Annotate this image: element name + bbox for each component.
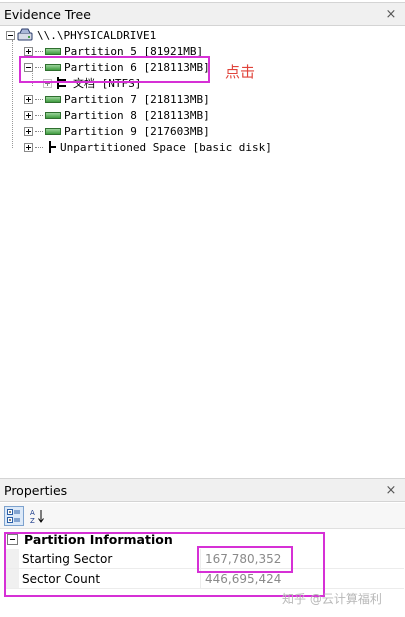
collapse-toggle-icon[interactable] [24,62,33,72]
categorized-view-icon[interactable] [4,505,24,526]
property-row-sector-count[interactable]: Sector Count 446,695,424 [4,569,404,589]
tree-item-partition-6[interactable]: Partition 6 [218113MB] [24,59,210,75]
expand-toggle-icon[interactable] [24,110,33,120]
evidence-tree-close-icon[interactable]: × [383,6,399,22]
property-name: Starting Sector [19,549,201,568]
partition-disk-icon [45,127,61,135]
category-partition-information[interactable]: Partition Information [4,530,404,549]
expand-toggle-icon[interactable] [24,46,33,56]
physical-drive-icon [17,28,33,41]
tree-item-label: Partition 6 [218113MB] [64,60,210,74]
sort-az-icon[interactable]: A Z [28,506,48,526]
expand-toggle-icon[interactable] [43,78,52,88]
tree-item-label: Partition 8 [218113MB] [64,108,210,122]
evidence-tree-view[interactable]: \\.\PHYSICALDRIVE1 Partition 5 [81921MB]… [0,26,405,476]
evidence-tree-title: Evidence Tree [4,6,91,22]
expand-toggle-icon[interactable] [24,142,33,152]
svg-text:A: A [30,509,35,517]
tree-item-partition-5[interactable]: Partition 5 [81921MB] [24,43,203,59]
partition-disk-icon [45,95,61,103]
expand-toggle-icon[interactable] [24,94,33,104]
properties-title: Properties [4,482,68,498]
expand-toggle-icon[interactable] [24,126,33,136]
tree-item-label: Partition 5 [81921MB] [64,44,204,58]
partition-disk-icon [45,47,61,55]
partition-disk-icon [45,111,61,119]
partition-disk-icon [45,63,61,71]
tree-item-partition-7[interactable]: Partition 7 [218113MB] [24,91,210,107]
svg-text:Z: Z [30,517,35,524]
property-value[interactable]: 446,695,424 [201,569,404,588]
properties-close-icon[interactable]: × [383,482,399,498]
click-annotation-text: 点击 [225,63,256,81]
property-name: Sector Count [19,569,201,588]
tree-item-label: 文档 [NTFS] [73,77,142,90]
collapse-toggle-icon[interactable] [7,534,18,545]
evidence-tree-header: Evidence Tree × [0,2,405,26]
collapse-toggle-icon[interactable] [6,30,15,40]
property-grid: Partition Information Starting Sector 16… [4,530,404,589]
watermark-text: 知乎 @云计算福利 [282,592,382,606]
property-row-starting-sector[interactable]: Starting Sector 167,780,352 [4,549,404,569]
tree-item-partition-8[interactable]: Partition 8 [218113MB] [24,107,210,123]
tree-item-unpartitioned-space[interactable]: Unpartitioned Space [basic disk] [24,139,272,155]
tree-root-physicaldrive[interactable]: \\.\PHYSICALDRIVE1 [6,27,156,43]
properties-header: Properties × [0,478,405,502]
tree-item-label: Partition 7 [218113MB] [64,92,210,106]
tree-item-label: Partition 9 [217603MB] [64,124,210,138]
filesystem-icon [54,77,70,89]
properties-toolbar: A Z [0,503,405,529]
tree-item-partition-9[interactable]: Partition 9 [217603MB] [24,123,210,139]
property-value[interactable]: 167,780,352 [201,549,404,568]
category-label: Partition Information [24,532,173,547]
tree-item-ntfs-volume[interactable]: 文档 [NTFS] [43,75,141,91]
unpartitioned-space-icon [45,141,57,153]
tree-item-label: \\.\PHYSICALDRIVE1 [37,28,157,42]
tree-item-label: Unpartitioned Space [basic disk] [60,140,272,154]
